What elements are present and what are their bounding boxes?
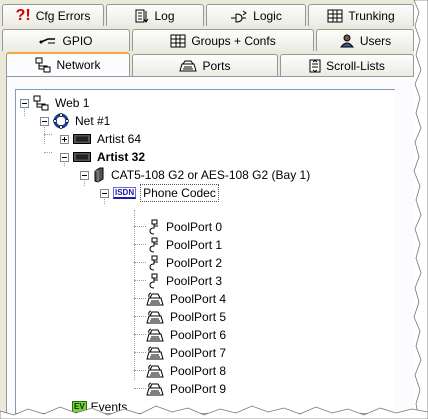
ports-icon [179,60,198,71]
tree-node-net[interactable]: Net #1 [40,112,112,130]
tab-label: GPIO [62,33,93,48]
collapse-toggle[interactable] [100,188,109,198]
tab-label: Network [56,58,101,72]
tree-node-label: PoolPort 8 [170,364,227,378]
tree-node-label: CAT5-108 G2 or AES-108 G2 (Bay 1) [111,168,311,182]
tab-log[interactable]: Log [106,4,204,26]
tab-label: Trunking [348,8,395,23]
phone-icon [146,292,164,306]
tree-node-poolport[interactable]: PoolPort 2 [148,254,224,272]
tree-node-poolport[interactable]: PoolPort 0 [148,218,224,236]
tab-cfg-errors[interactable]: ?! Cfg Errors [2,4,104,26]
torn-edge-bottom [0,405,428,419]
tree-node-artist-32[interactable]: Artist 32 [60,148,147,166]
phone-icon [146,346,164,360]
tree-node-artist-64[interactable]: Artist 64 [60,130,143,148]
tree-node-poolport[interactable]: PoolPort 9 [146,380,228,398]
phone-icon [146,310,164,324]
tree-node-label: PoolPort 5 [170,310,227,324]
tab-groups-confs[interactable]: Groups + Confs [132,29,314,51]
tree-node-label: PoolPort 4 [170,292,227,306]
tree-node-label: Net #1 [75,114,111,128]
tab-label: Cfg Errors [35,8,91,23]
users-icon [339,34,354,47]
tree-node-label: PoolPort 0 [166,220,223,234]
gpio-icon [39,37,56,43]
tab-label: Users [359,33,392,48]
scroll-lists-icon [309,59,321,72]
tree-node-label: PoolPort 1 [166,238,223,252]
tree-node-poolport[interactable]: PoolPort 8 [146,362,228,380]
tree-node-label: Artist 32 [97,150,146,164]
tree-node-poolport[interactable]: PoolPort 1 [148,236,224,254]
network-icon [33,95,49,111]
error-icon: ?! [15,6,31,24]
log-icon [135,9,149,23]
pigtail-icon [149,237,158,253]
tab-panel: Web 1 Net #1 Artist 64 Artist 32 CAT5-10… [6,76,414,419]
tree-node-label: Artist 64 [97,132,142,146]
frame-icon [73,134,91,144]
tree-node-poolport[interactable]: PoolPort 3 [148,272,224,290]
tab-label: Ports [202,58,231,73]
tab-label: Scroll-Lists [326,58,385,73]
window: ?! Cfg Errors Log Logic Trunking GPIO Gr… [0,0,414,419]
collapse-toggle[interactable] [60,152,69,162]
groups-icon [170,34,186,47]
tab-trunking[interactable]: Trunking [308,4,414,26]
collapse-toggle[interactable] [40,116,49,126]
phone-icon [146,364,164,378]
tab-gpio[interactable]: GPIO [2,29,130,51]
pigtail-icon [149,219,158,235]
tree-node-label: PoolPort 7 [170,346,227,360]
tree-node-label: PoolPort 6 [170,328,227,342]
tab-network[interactable]: Network [6,52,130,76]
tree-node-web[interactable]: Web 1 [20,94,91,112]
tab-label: Groups + Confs [191,33,276,48]
tree-node-card[interactable]: CAT5-108 G2 or AES-108 G2 (Bay 1) [80,166,312,184]
tab-ports[interactable]: Ports [132,54,278,76]
collapse-toggle[interactable] [80,170,89,180]
network-tree[interactable]: Web 1 Net #1 Artist 64 Artist 32 CAT5-10… [15,89,395,414]
tree-node-label: PoolPort 3 [166,274,223,288]
trunking-icon [327,9,343,22]
net-ring-icon [53,113,69,129]
frame-icon [73,152,91,162]
pigtail-icon [149,273,158,289]
tree-node-poolport[interactable]: PoolPort 6 [146,326,228,344]
phone-icon [146,382,164,396]
isdn-icon: ISDN [113,187,137,199]
tab-label: Logic [253,8,282,23]
phone-icon [146,328,164,342]
tree-node-label: Web 1 [55,96,90,110]
tree-node-poolport[interactable]: PoolPort 5 [146,308,228,326]
tab-users[interactable]: Users [316,29,414,51]
logic-icon [231,10,248,23]
tab-scroll-lists[interactable]: Scroll-Lists [280,54,414,76]
tree-node-label: PoolPort 9 [170,382,227,396]
tree-node-label: Phone Codec [140,184,219,202]
torn-edge-right [413,0,428,419]
tree-node-phone-codec[interactable]: ISDN Phone Codec [100,184,219,202]
network-icon [35,57,51,73]
pigtail-icon [149,255,158,271]
expand-toggle[interactable] [60,134,69,144]
tab-label: Log [154,8,175,23]
tree-node-poolport[interactable]: PoolPort 7 [146,344,228,362]
collapse-toggle[interactable] [20,98,29,108]
card-icon [94,167,104,183]
tab-logic[interactable]: Logic [206,4,306,26]
tree-node-label: PoolPort 2 [166,256,223,270]
tree-node-poolport[interactable]: PoolPort 4 [146,290,228,308]
